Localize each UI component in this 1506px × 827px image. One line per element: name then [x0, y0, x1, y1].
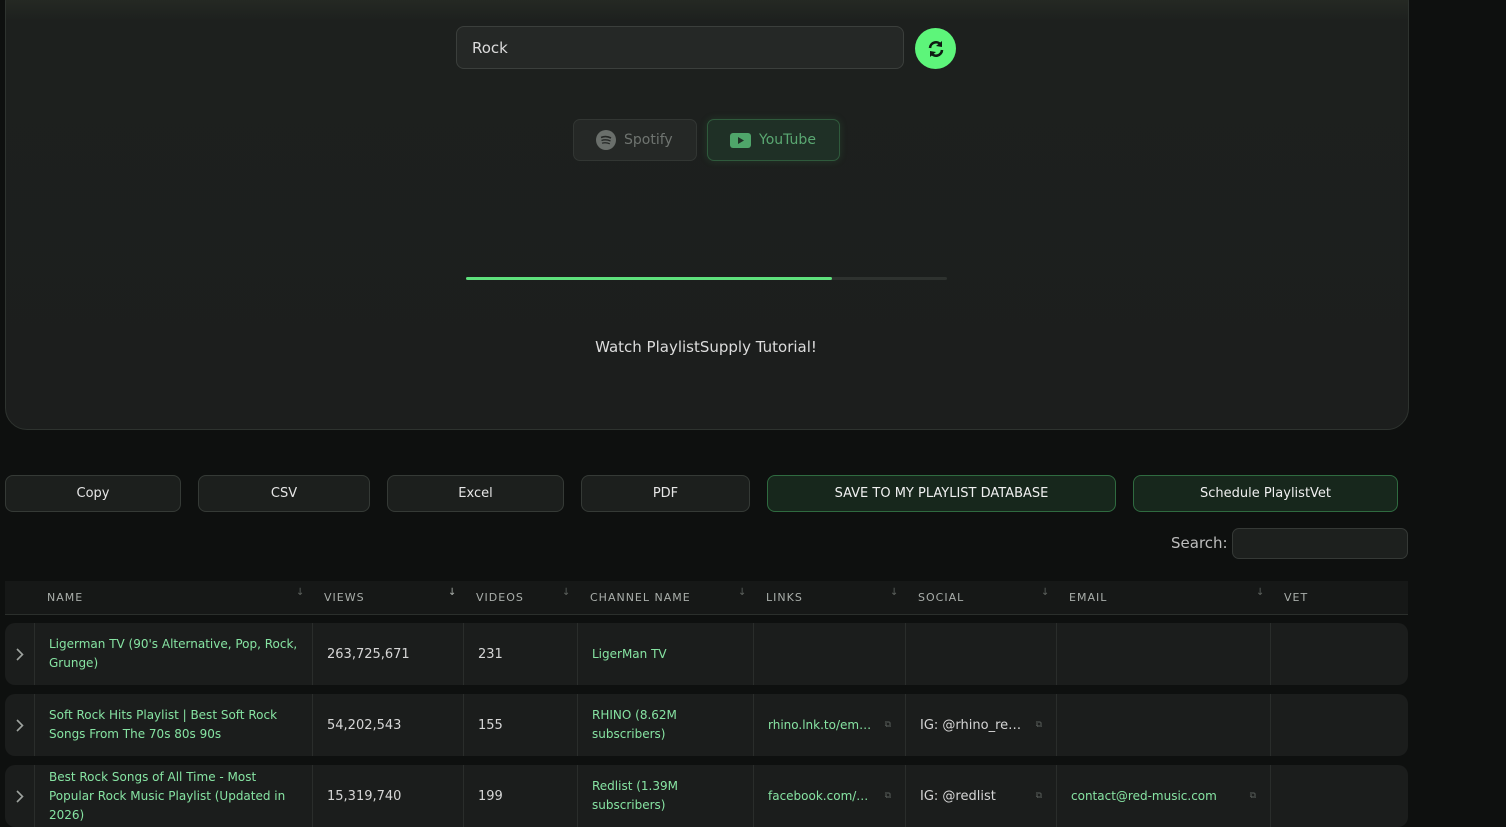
email-cell [1056, 694, 1270, 756]
expand-row-button[interactable] [5, 765, 34, 827]
youtube-icon [730, 132, 751, 148]
links-cell[interactable]: rhino.lnk.to/email... ⧉ [753, 694, 905, 756]
videos-cell: 155 [463, 694, 577, 756]
links-cell [753, 623, 905, 685]
table-search-input[interactable] [1232, 528, 1408, 559]
sort-arrow-icon[interactable]: ↓ [562, 587, 570, 598]
refresh-icon [928, 40, 943, 57]
playlist-name-link[interactable]: Soft Rock Hits Playlist | Best Soft Rock… [34, 694, 312, 756]
progress-bar [466, 277, 947, 280]
excel-button[interactable]: Excel [387, 475, 564, 512]
column-header-views[interactable]: VIEWS [324, 581, 365, 614]
videos-cell: 231 [463, 623, 577, 685]
column-header-channel[interactable]: CHANNEL NAME [590, 581, 691, 614]
table-row[interactable]: Ligerman TV (90's Alternative, Pop, Rock… [5, 623, 1408, 685]
spotify-label: Spotify [624, 132, 673, 148]
email-cell [1056, 623, 1270, 685]
spotify-icon [596, 130, 616, 150]
chevron-right-icon [15, 647, 24, 661]
social-handle[interactable]: IG: @rhino_recor... [920, 716, 1028, 735]
column-header-links[interactable]: LINKS [766, 581, 803, 614]
sort-arrow-icon[interactable]: ↓ [1041, 587, 1049, 598]
column-header-social[interactable]: SOCIAL [918, 581, 964, 614]
sort-arrow-icon[interactable]: ↓ [1256, 587, 1264, 598]
tutorial-link[interactable]: Watch PlaylistSupply Tutorial! [0, 338, 1412, 356]
email-address[interactable]: contact@red-music.com [1071, 787, 1217, 806]
links-cell[interactable]: facebook.com/Re... ⧉ [753, 765, 905, 827]
views-cell: 54,202,543 [312, 694, 463, 756]
table-row[interactable]: Best Rock Songs of All Time - Most Popul… [5, 765, 1408, 827]
external-link-icon[interactable]: ⧉ [885, 787, 891, 806]
channel-name-link[interactable]: RHINO (8.62M subscribers) [577, 694, 753, 756]
youtube-toggle[interactable]: YouTube [707, 119, 840, 161]
sort-arrow-icon[interactable]: ↓ [448, 587, 456, 598]
social-cell[interactable]: IG: @redlist ⧉ [905, 765, 1056, 827]
genre-search-input[interactable]: Rock [456, 26, 904, 69]
chevron-right-icon [15, 789, 24, 803]
social-handle[interactable]: IG: @redlist [920, 787, 996, 806]
expand-row-button[interactable] [5, 694, 34, 756]
column-header-email[interactable]: EMAIL [1069, 581, 1107, 614]
table-header: NAME ↓ VIEWS ↓ VIDEOS ↓ CHANNEL NAME ↓ L… [5, 581, 1408, 615]
table-search-label: Search: [1171, 534, 1228, 552]
schedule-playlistvet-button[interactable]: Schedule PlaylistVet [1133, 475, 1398, 512]
sort-arrow-icon[interactable]: ↓ [890, 587, 898, 598]
views-cell: 263,725,671 [312, 623, 463, 685]
external-link-icon[interactable]: ⧉ [1036, 787, 1042, 806]
external-link-icon[interactable]: ⧉ [1036, 716, 1042, 735]
social-cell[interactable]: IG: @rhino_recor... ⧉ [905, 694, 1056, 756]
playlist-name-link[interactable]: Best Rock Songs of All Time - Most Popul… [34, 765, 312, 827]
pdf-button[interactable]: PDF [581, 475, 750, 512]
playlist-name-link[interactable]: Ligerman TV (90's Alternative, Pop, Rock… [34, 623, 312, 685]
column-header-name[interactable]: NAME [47, 581, 83, 614]
spotify-toggle[interactable]: Spotify [573, 119, 697, 161]
link-text[interactable]: rhino.lnk.to/email... [768, 716, 876, 735]
vet-cell [1270, 623, 1408, 685]
column-header-vet[interactable]: VET [1284, 581, 1308, 614]
videos-cell: 199 [463, 765, 577, 827]
youtube-label: YouTube [759, 132, 816, 148]
column-header-videos[interactable]: VIDEOS [476, 581, 524, 614]
social-cell [905, 623, 1056, 685]
copy-button[interactable]: Copy [5, 475, 181, 512]
channel-name-link[interactable]: LigerMan TV [577, 623, 753, 685]
sort-arrow-icon[interactable]: ↓ [738, 587, 746, 598]
vet-cell [1270, 694, 1408, 756]
refresh-button[interactable] [915, 28, 956, 69]
email-cell[interactable]: contact@red-music.com ⧉ [1056, 765, 1270, 827]
external-link-icon[interactable]: ⧉ [885, 716, 891, 735]
progress-fill [466, 277, 832, 280]
chevron-right-icon [15, 718, 24, 732]
vet-cell [1270, 765, 1408, 827]
save-to-database-button[interactable]: SAVE TO MY PLAYLIST DATABASE [767, 475, 1116, 512]
sort-arrow-icon[interactable]: ↓ [296, 587, 304, 598]
channel-name-link[interactable]: Redlist (1.39M subscribers) [577, 765, 753, 827]
external-link-icon[interactable]: ⧉ [1250, 787, 1256, 806]
views-cell: 15,319,740 [312, 765, 463, 827]
table-row[interactable]: Soft Rock Hits Playlist | Best Soft Rock… [5, 694, 1408, 756]
expand-row-button[interactable] [5, 623, 34, 685]
genre-search-value: Rock [472, 38, 508, 57]
tutorial-text: Watch PlaylistSupply Tutorial! [595, 338, 817, 356]
link-text[interactable]: facebook.com/Re... [768, 787, 876, 806]
csv-button[interactable]: CSV [198, 475, 370, 512]
